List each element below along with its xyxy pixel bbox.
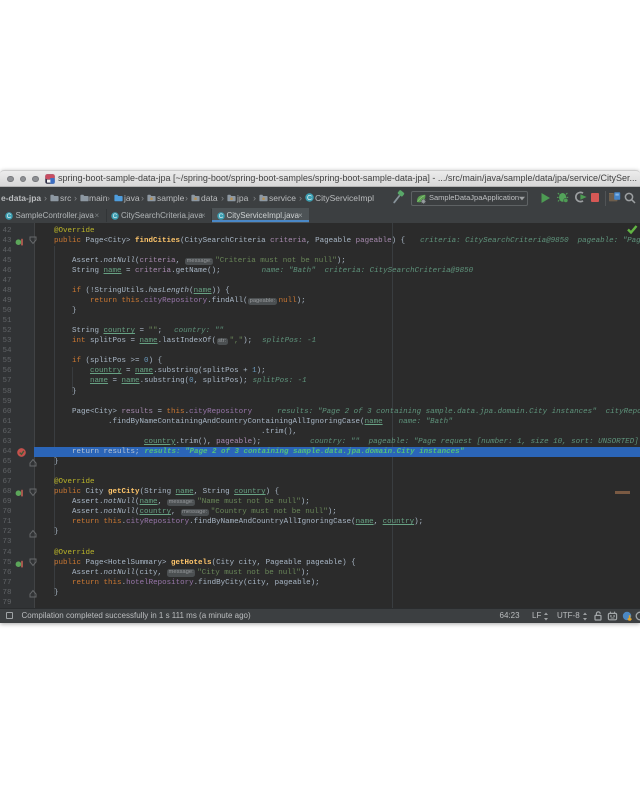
svg-text:C: C [7,213,12,220]
svg-text:C: C [218,213,223,220]
svg-text:C: C [113,213,118,220]
svg-text:C: C [307,195,312,202]
